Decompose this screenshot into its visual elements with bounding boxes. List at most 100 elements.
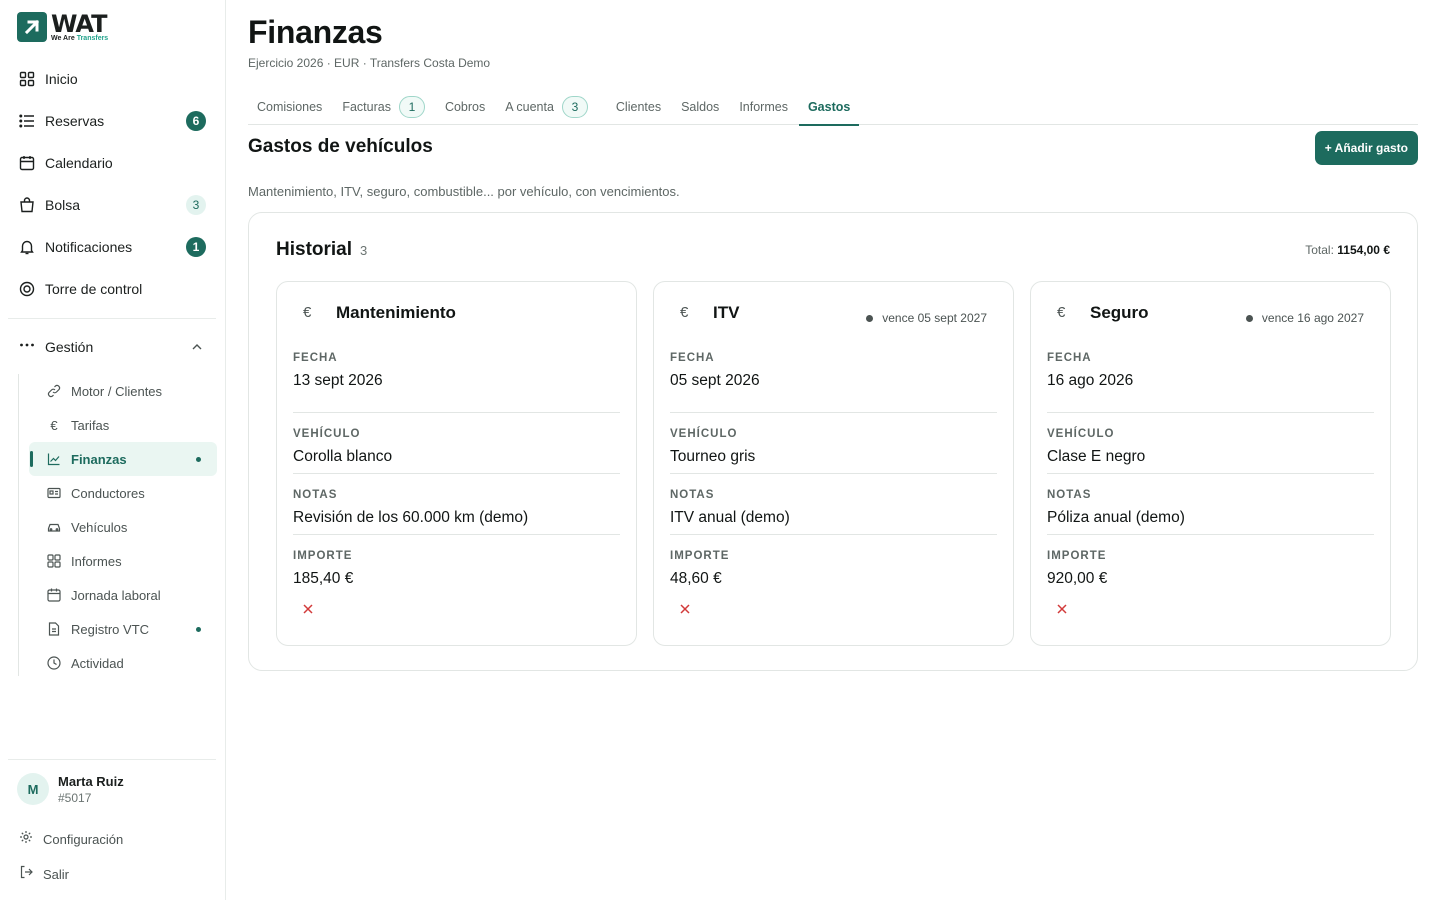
- chart-icon: [47, 452, 61, 466]
- subnav-label: Conductores: [71, 485, 145, 501]
- history-panel: Historial 3 Total: 1154,00 € € Mantenimi…: [248, 212, 1418, 671]
- tab-cobros[interactable]: Cobros: [436, 88, 494, 125]
- tab-a-cuenta[interactable]: A cuenta 3: [496, 88, 597, 125]
- field-notes: NOTAS ITV anual (demo): [670, 474, 997, 535]
- field-notes: NOTAS Póliza anual (demo): [1047, 474, 1374, 535]
- tab-clientes[interactable]: Clientes: [607, 88, 670, 125]
- logout-link[interactable]: Salir: [19, 865, 69, 884]
- subnav-item-conductores[interactable]: Conductores: [29, 476, 217, 510]
- subnav-label: Informes: [71, 553, 122, 569]
- brand-tagline: We Are Transfers: [51, 35, 109, 42]
- subnav-label: Vehículos: [71, 519, 128, 535]
- field-amount: IMPORTE 48,60 €: [670, 535, 997, 596]
- nav-group-gestion[interactable]: Gestión: [8, 330, 216, 364]
- delete-icon[interactable]: [678, 602, 692, 616]
- expense-notes: Revisión de los 60.000 km (demo): [293, 509, 529, 526]
- finance-tabs: Comisiones Facturas 1 Cobros A cuenta 3 Cl…: [248, 88, 1418, 126]
- sidebar: WAT We Are Transfers Inicio Reservas 6 C…: [0, 0, 226, 900]
- link-icon: [47, 384, 61, 398]
- settings-link[interactable]: Configuración: [19, 830, 123, 849]
- section-title: Gastos de vehículos: [248, 136, 433, 157]
- subnav-label: Jornada laboral: [71, 587, 161, 603]
- nav-item-reservas[interactable]: Reservas 6: [8, 100, 216, 142]
- facturas-count-badge: 1: [398, 95, 425, 118]
- subnav-item-finanzas[interactable]: Finanzas: [29, 442, 217, 476]
- nav-group-label: Gestión: [45, 339, 94, 355]
- field-date: FECHA 05 sept 2026: [670, 352, 997, 413]
- subnav-item-vehiculos[interactable]: Vehículos: [29, 510, 217, 544]
- tab-facturas[interactable]: Facturas 1: [333, 88, 434, 125]
- calendar-icon: [47, 588, 61, 602]
- tab-comisiones[interactable]: Comisiones: [248, 88, 331, 125]
- subnav-label: Motor / Clientes: [71, 383, 163, 399]
- nav-label: Reservas: [45, 113, 105, 129]
- subnav-item-motor-clientes[interactable]: Motor / Clientes: [29, 374, 217, 408]
- status-dot: [866, 314, 874, 322]
- bell-icon: [19, 239, 35, 255]
- subnav-item-jornada-laboral[interactable]: Jornada laboral: [29, 578, 217, 612]
- expense-amount: 920,00 €: [1047, 570, 1108, 587]
- id-card-icon: [47, 486, 61, 500]
- bolsa-count-badge: 3: [186, 195, 206, 215]
- gestion-subnav: Motor / Clientes € Tarifas Finanzas Cond…: [18, 374, 217, 676]
- delete-icon[interactable]: [1055, 602, 1069, 616]
- expense-date: 13 sept 2026: [293, 372, 383, 389]
- expense-amount: 48,60 €: [670, 570, 722, 587]
- nav-label: Inicio: [45, 71, 78, 87]
- finanzas-status-dot: [196, 457, 201, 462]
- subnav-item-informes[interactable]: Informes: [29, 544, 217, 578]
- euro-icon: €: [680, 304, 689, 321]
- expense-notes: ITV anual (demo): [670, 509, 790, 526]
- history-header: Historial 3: [276, 239, 367, 261]
- expense-vehicle: Clase E negro: [1047, 448, 1146, 465]
- page-title: Finanzas: [248, 14, 383, 50]
- section-description: Mantenimiento, ITV, seguro, combustible.…: [248, 184, 680, 199]
- expense-vehicle: Tourneo gris: [670, 448, 756, 465]
- user-profile[interactable]: M Marta Ruiz #5017: [17, 773, 124, 805]
- nav-item-notificaciones[interactable]: Notificaciones 1: [8, 226, 216, 268]
- brand-logo[interactable]: WAT We Are Transfers: [17, 12, 108, 42]
- grid-icon: [47, 554, 61, 568]
- target-icon: [19, 281, 35, 297]
- field-date: FECHA 16 ago 2026: [1047, 352, 1374, 413]
- expense-card: € ITV vence 05 sept 2027 FECHA 05 sept 20…: [653, 281, 1014, 646]
- nav-item-calendario[interactable]: Calendario: [8, 142, 216, 184]
- field-amount: IMPORTE 920,00 €: [1047, 535, 1374, 596]
- subnav-item-tarifas[interactable]: € Tarifas: [29, 408, 217, 442]
- gear-icon: [19, 830, 33, 849]
- tab-gastos[interactable]: Gastos: [798, 88, 860, 126]
- expense-date: 16 ago 2026: [1047, 372, 1134, 389]
- tab-saldos[interactable]: Saldos: [672, 88, 728, 125]
- chevron-up-icon[interactable]: [190, 340, 204, 359]
- main-nav: Inicio Reservas 6 Calendario Bolsa 3 Not…: [8, 58, 216, 310]
- arrow-up-right-icon: [17, 12, 47, 42]
- document-icon: [47, 622, 61, 636]
- due-date-badge: vence 16 ago 2027: [1245, 311, 1364, 325]
- nav-item-torre-de-control[interactable]: Torre de control: [8, 268, 216, 310]
- expense-title: Mantenimiento: [336, 303, 456, 322]
- user-id: #5017: [58, 790, 92, 805]
- history-count: 3: [360, 243, 368, 258]
- subnav-label: Tarifas: [71, 417, 110, 433]
- add-expense-button[interactable]: + Añadir gasto: [1314, 131, 1418, 165]
- expense-card: € Mantenimiento FECHA 13 sept 2026 VEHÍCU…: [276, 281, 637, 646]
- nav-item-bolsa[interactable]: Bolsa 3: [8, 184, 216, 226]
- nav-item-inicio[interactable]: Inicio: [8, 58, 216, 100]
- avatar: M: [17, 773, 49, 805]
- a-cuenta-count-badge: 3: [561, 95, 588, 118]
- notificaciones-count-badge: 1: [186, 237, 206, 257]
- car-icon: [47, 520, 61, 534]
- euro-icon: €: [303, 304, 312, 321]
- expense-amount: 185,40 €: [293, 570, 354, 587]
- nav-label: Torre de control: [45, 281, 143, 297]
- brand-name: WAT: [51, 10, 107, 38]
- more-horizontal-icon: [19, 337, 35, 358]
- subnav-item-actividad[interactable]: Actividad: [29, 646, 217, 680]
- delete-icon[interactable]: [301, 602, 315, 616]
- subnav-item-registro-vtc[interactable]: Registro VTC: [29, 612, 217, 646]
- nav-label: Notificaciones: [45, 239, 133, 255]
- euro-icon: €: [1057, 304, 1066, 321]
- list-icon: [19, 113, 35, 129]
- tab-informes[interactable]: Informes: [730, 88, 797, 125]
- bag-icon: [19, 197, 35, 213]
